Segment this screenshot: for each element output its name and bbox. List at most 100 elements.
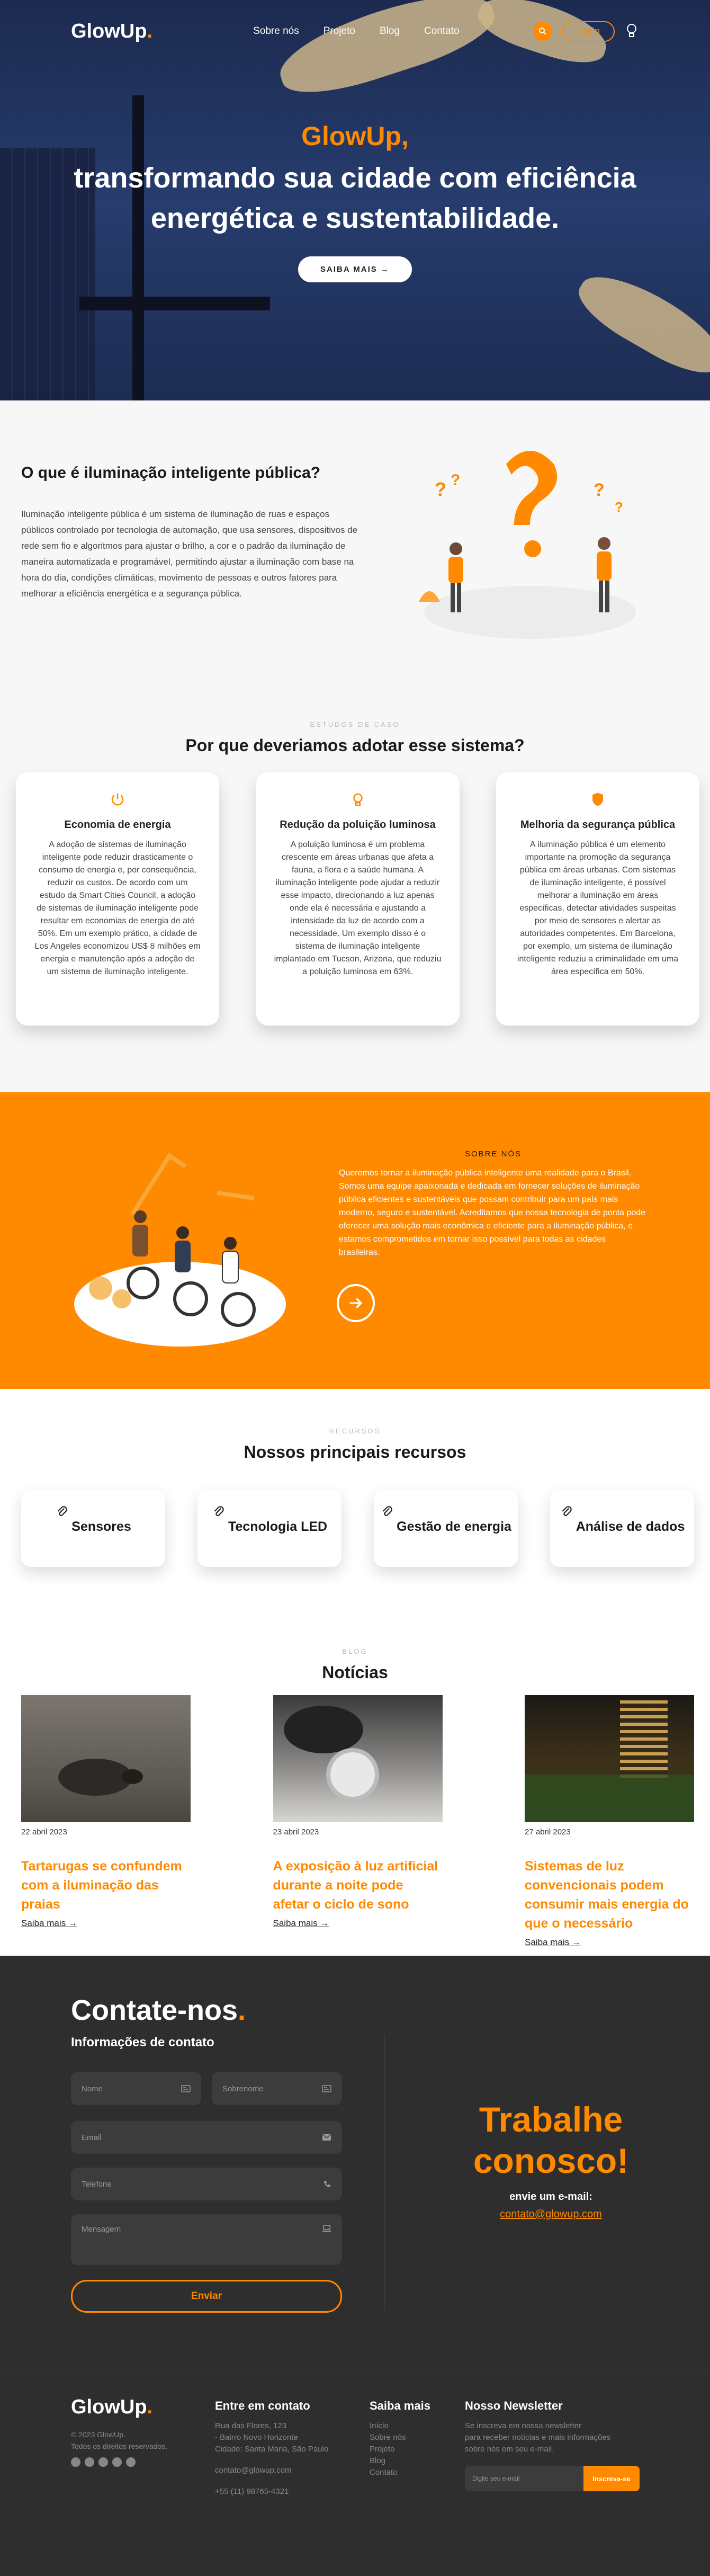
post-date: 22 abril 2023 xyxy=(21,1828,67,1837)
about-label: SOBRE NÓS xyxy=(465,1149,522,1158)
case-card-text: A iluminação pública é um elemento impor… xyxy=(517,840,679,976)
footer-phone[interactable]: +55 (11) 98765-4321 xyxy=(215,2486,353,2498)
lightbulb-icon xyxy=(627,24,636,37)
about-text: Queremos tornar a iluminação pública int… xyxy=(339,1169,646,1257)
case-card: Economia de energia A adoção de sistemas… xyxy=(16,772,219,1026)
resource-card[interactable]: Sensores xyxy=(21,1490,165,1567)
newsletter-text: sobre nós em seu e-mail. xyxy=(465,2445,554,2454)
nav-link-blog[interactable]: Blog xyxy=(380,25,400,37)
footer-link-blog[interactable]: Blog xyxy=(370,2455,454,2467)
case-card-title: Economia de energia xyxy=(64,819,171,831)
facebook-icon[interactable] xyxy=(98,2457,108,2467)
shield-icon xyxy=(592,792,603,806)
case-card-title: Redução da poluição luminosa xyxy=(280,819,436,831)
about-arrow-button[interactable] xyxy=(337,1284,375,1322)
post-date: 23 abril 2023 xyxy=(273,1828,319,1837)
read-more-link[interactable]: Saiba mais → xyxy=(273,1918,329,1929)
work-with-us-title: Trabalhe conosco! xyxy=(473,2100,629,2180)
logo[interactable]: GlowUp. xyxy=(71,20,152,43)
resources-section: RECURSOS Nossos principais recursos Sens… xyxy=(0,1389,710,1626)
footer-link-inicio[interactable]: Início xyxy=(370,2420,454,2432)
streetlight-arm xyxy=(79,297,270,310)
search-button[interactable] xyxy=(533,22,552,41)
blog-section: BLOG Notícias 22 abril 2023 Tartarugas s… xyxy=(0,1626,710,1956)
surname-field[interactable]: Sobrenome xyxy=(212,2072,342,2105)
section-title: Nossos principais recursos xyxy=(244,1442,466,1461)
what-is-section: O que é iluminação inteligente pública? … xyxy=(0,400,710,714)
contact-subtitle: Informações de contato xyxy=(71,2035,214,2049)
footer-link-contato[interactable]: Contato xyxy=(370,2467,454,2479)
section-eyebrow: BLOG xyxy=(342,1647,368,1655)
hero-title: transformando sua cidade com eficiência … xyxy=(74,162,636,234)
contact-email-link[interactable]: contato@glowup.com xyxy=(500,2208,602,2221)
resource-label: Tecnologia LED xyxy=(228,1519,328,1534)
section-eyebrow: ESTUDOS DE CASO xyxy=(310,720,400,728)
envelope-icon xyxy=(322,2134,331,2141)
email-field[interactable]: Email xyxy=(71,2121,342,2154)
blog-post: 22 abril 2023 Tartarugas se confundem co… xyxy=(21,1695,191,1948)
paperclip-icon xyxy=(57,1506,67,1516)
subscribe-button[interactable]: Inscreva-se xyxy=(583,2466,640,2491)
footer-contact-column: Entre em contato Rua das Flores, 123 - B… xyxy=(215,2399,353,2498)
instagram-icon[interactable] xyxy=(126,2457,136,2467)
send-email-label: envie um e-mail: xyxy=(509,2191,592,2203)
twitter-icon[interactable] xyxy=(112,2457,122,2467)
phone-field[interactable]: Telefone xyxy=(71,2168,342,2200)
post-title[interactable]: Tartarugas se confundem com a iluminação… xyxy=(21,1857,191,1914)
hero-section: GlowUp. Sobre nós Projeto Blog Contato L… xyxy=(0,0,710,400)
post-title[interactable]: A exposição à luz artificial durante a n… xyxy=(273,1857,443,1914)
case-card: Melhoria da segurança pública A iluminaç… xyxy=(496,772,699,1026)
phone-icon xyxy=(324,2181,330,2187)
contact-section: Contate-nos. Informações de contato Nome… xyxy=(0,1956,710,2369)
footer-column-title: Entre em contato xyxy=(215,2399,310,2412)
nav-link-contato[interactable]: Contato xyxy=(424,25,460,37)
newsletter-email-input[interactable]: Digite seu e-mail xyxy=(465,2466,583,2491)
read-more-link[interactable]: Saiba mais → xyxy=(525,1937,581,1948)
post-date: 27 abril 2023 xyxy=(525,1828,571,1837)
resource-card[interactable]: Gestão de energia xyxy=(374,1490,518,1567)
nav-link-projeto[interactable]: Projeto xyxy=(323,25,355,37)
what-is-text: Iluminação inteligente pública é um sist… xyxy=(21,509,358,599)
id-card-icon xyxy=(322,2085,331,2092)
github-icon[interactable] xyxy=(71,2457,80,2467)
newsletter-text: Se inscreva em nossa newsletter xyxy=(465,2421,582,2430)
footer-email[interactable]: contato@glowup.com xyxy=(215,2465,353,2476)
section-eyebrow: RECURSOS xyxy=(329,1427,381,1435)
newsletter-text: para receber notícias e mais informações xyxy=(465,2433,611,2442)
linkedin-icon[interactable] xyxy=(85,2457,94,2467)
svg-text:?: ? xyxy=(435,478,446,500)
login-button[interactable]: Login xyxy=(561,21,615,42)
resource-card[interactable]: Tecnologia LED xyxy=(197,1490,341,1567)
nav-link-sobre-nos[interactable]: Sobre nós xyxy=(253,25,299,37)
case-card-text: A poluição luminosa é um problema cresce… xyxy=(274,840,442,976)
case-card-text: A adoção de sistemas de iluminação intel… xyxy=(34,840,201,976)
post-image-clock[interactable] xyxy=(273,1695,443,1822)
lightbulb-icon xyxy=(353,793,363,806)
footer-link-projeto[interactable]: Projeto xyxy=(370,2444,454,2455)
theme-toggle[interactable] xyxy=(624,22,639,41)
paperclip-icon xyxy=(382,1506,392,1516)
blog-posts: 22 abril 2023 Tartarugas se confundem co… xyxy=(21,1695,694,1948)
post-title[interactable]: Sistemas de luz convencionais podem cons… xyxy=(525,1857,694,1933)
message-field[interactable]: Mensagem xyxy=(71,2214,342,2265)
what-is-title: O que é iluminação inteligente pública? xyxy=(21,464,321,482)
id-card-icon xyxy=(181,2085,191,2092)
blog-post: 23 abril 2023 A exposição à luz artifici… xyxy=(273,1695,443,1948)
newsletter-form: Digite seu e-mail Inscreva-se xyxy=(465,2466,640,2491)
resource-card[interactable]: Análise de dados xyxy=(550,1490,694,1567)
post-image-turtle[interactable] xyxy=(21,1695,191,1822)
post-image-city-night[interactable] xyxy=(525,1695,694,1822)
work-with-us: Trabalhe conosco! envie um e-mail: conta… xyxy=(392,2099,710,2221)
send-button[interactable]: Enviar xyxy=(71,2280,342,2313)
case-card-title: Melhoria da segurança pública xyxy=(520,819,676,831)
footer-link-sobre-nos[interactable]: Sobre nós xyxy=(370,2432,454,2444)
name-field[interactable]: Nome xyxy=(71,2072,201,2105)
resource-cards: Sensores Tecnologia LED Gestão de energi… xyxy=(21,1490,694,1567)
footer-links-column: Saiba mais Início Sobre nós Projeto Blog… xyxy=(370,2399,454,2479)
resource-label: Sensores xyxy=(71,1519,131,1534)
svg-text:?: ? xyxy=(451,471,460,489)
read-more-link[interactable]: Saiba mais → xyxy=(21,1918,77,1929)
blog-post: 27 abril 2023 Sistemas de luz convencion… xyxy=(525,1695,694,1948)
footer-logo[interactable]: GlowUp. xyxy=(71,2396,152,2419)
learn-more-button[interactable]: SAIBA MAIS → xyxy=(298,256,412,282)
